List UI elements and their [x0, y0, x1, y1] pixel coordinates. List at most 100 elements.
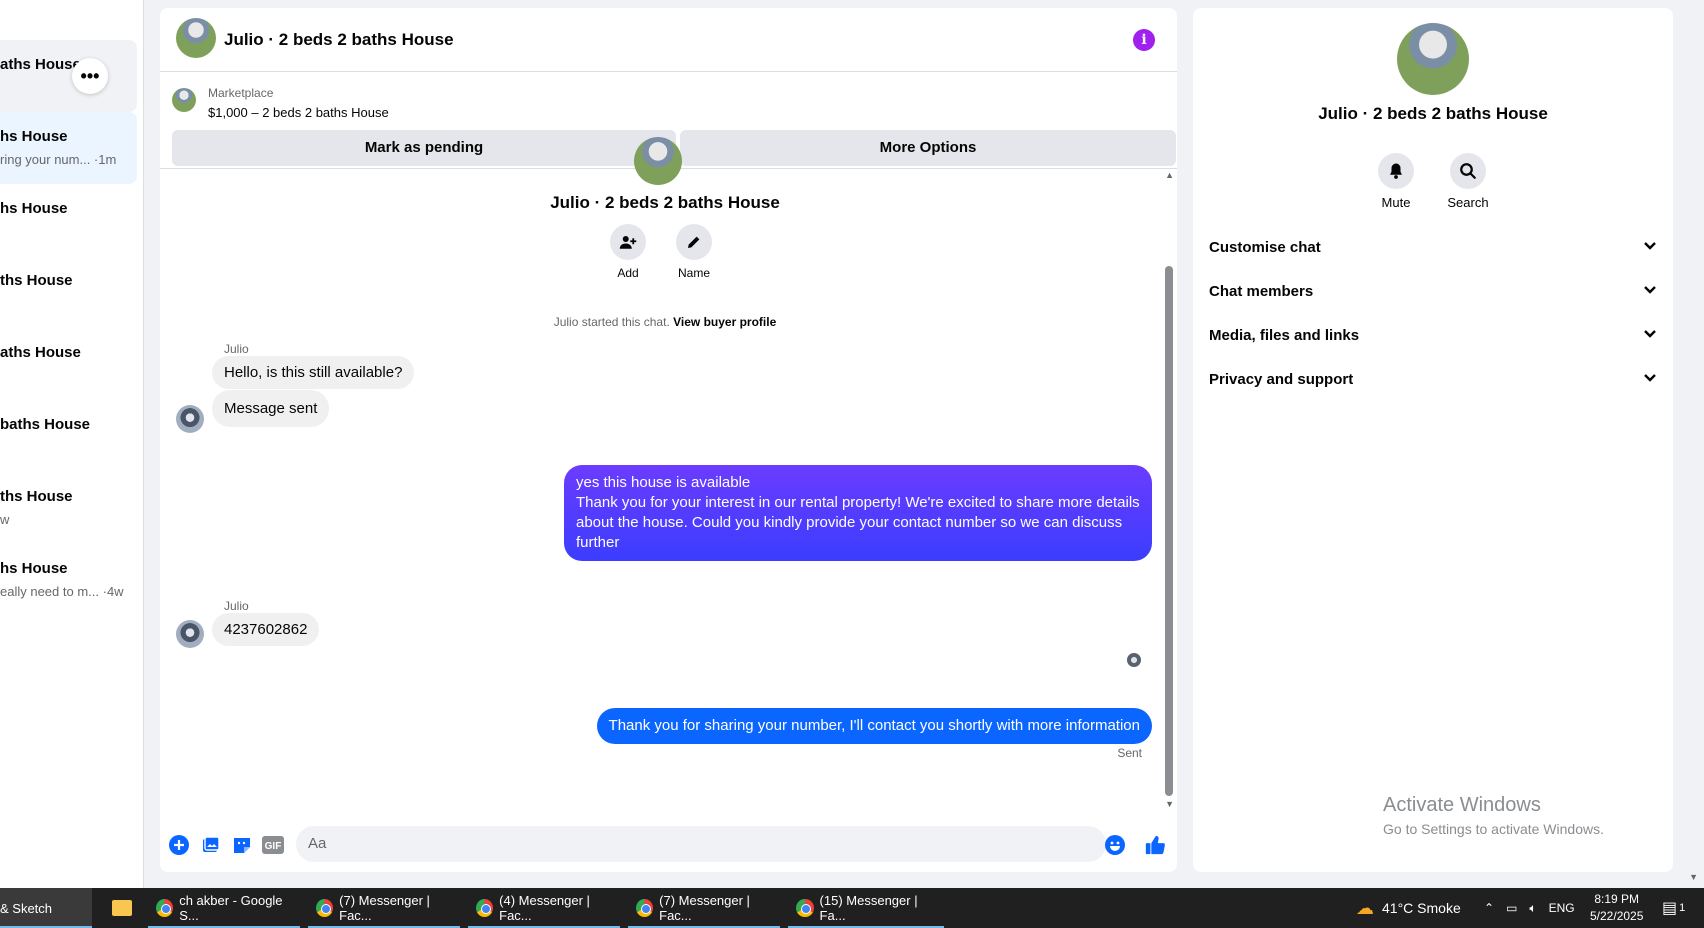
page-scroll-down-icon[interactable]: ▼ — [1689, 872, 1698, 882]
sticker-icon[interactable] — [231, 834, 253, 856]
folder-icon — [112, 900, 132, 916]
taskbar-label: ch akber - Google S... — [179, 893, 283, 923]
conversation-item[interactable]: baths House — [0, 400, 137, 472]
conversation-more-button[interactable]: ••• — [72, 58, 108, 94]
conversation-item[interactable]: aths House — [0, 328, 137, 400]
incoming-message[interactable]: Hello, is this still available? — [212, 356, 415, 389]
conversation-title: hs House — [0, 128, 68, 145]
mute-button[interactable]: Mute — [1366, 153, 1426, 210]
weather-text: 41°C Smoke — [1382, 900, 1461, 916]
language-indicator[interactable]: ENG — [1549, 901, 1575, 915]
listing-thumbnail[interactable] — [172, 88, 196, 112]
notification-button[interactable]: ▤ 1 — [1662, 888, 1685, 928]
watermark-title: Activate Windows — [1383, 794, 1541, 816]
sender-avatar[interactable] — [176, 620, 204, 648]
message-input[interactable]: Aa — [296, 826, 1106, 862]
info-icon[interactable]: i — [1133, 29, 1155, 51]
message-composer: GIF Aa — [160, 822, 1177, 872]
section-label: Privacy and support — [1209, 371, 1354, 388]
conversation-avatar — [634, 137, 682, 185]
taskbar-chrome-window[interactable]: (15) Messenger | Fa... — [788, 888, 944, 928]
windows-taskbar: & Sketch ch akber - Google S... (7) Mess… — [0, 888, 1704, 928]
scroll-up-arrow-icon[interactable]: ▲ — [1165, 170, 1174, 180]
taskbar-chrome-window[interactable]: (4) Messenger | Fac... — [468, 888, 620, 928]
outgoing-message[interactable]: Thank you for sharing your number, I'll … — [596, 708, 1152, 744]
conversation-title: hs House — [0, 560, 68, 577]
chat-start-notice: Julio started this chat. View buyer prof… — [160, 315, 1170, 329]
sender-avatar[interactable] — [176, 405, 204, 433]
conversation-item[interactable]: hs House — [0, 184, 137, 256]
emoji-icon[interactable] — [1104, 834, 1126, 856]
taskbar-app-snip-sketch[interactable]: & Sketch — [0, 888, 92, 928]
section-label: Media, files and links — [1209, 327, 1360, 344]
weather-icon: ☁ — [1356, 897, 1374, 918]
chrome-icon — [636, 899, 654, 917]
add-person-icon — [610, 224, 646, 260]
incoming-message[interactable]: 4237602862 — [212, 613, 320, 646]
conversation-item[interactable]: ths House — [0, 256, 137, 328]
bell-icon — [1378, 153, 1414, 189]
taskbar-file-explorer[interactable] — [104, 888, 132, 928]
outgoing-message[interactable]: yes this house is available Thank you fo… — [564, 465, 1152, 561]
conversation-title: ths House — [0, 488, 73, 505]
chevron-down-icon — [1643, 283, 1657, 302]
conversation-item[interactable]: hs House eally need to m... ·4w — [0, 544, 137, 616]
conversation-item[interactable]: aths House — [0, 40, 137, 112]
marketplace-label: Marketplace — [208, 86, 274, 100]
pencil-icon — [676, 224, 712, 260]
listing-price[interactable]: $1,000 – 2 beds 2 baths House — [208, 105, 389, 120]
conversation-item[interactable]: ths House w — [0, 472, 137, 544]
gif-icon[interactable]: GIF — [262, 834, 284, 856]
scroll-down-arrow-icon[interactable]: ▼ — [1165, 799, 1174, 809]
chrome-icon — [156, 899, 174, 917]
gif-label: GIF — [265, 841, 282, 852]
section-label: Chat members — [1209, 283, 1314, 300]
more-options-button[interactable]: More Options — [680, 130, 1176, 166]
conversation-item[interactable]: hs House ring your num... ·1m — [0, 112, 137, 184]
chat-title[interactable]: Julio · 2 beds 2 baths House — [224, 30, 454, 50]
system-tray: ⌃ ▭ 🔈︎ ENG — [1484, 888, 1575, 928]
chevron-down-icon — [1643, 371, 1657, 390]
search-icon — [1450, 153, 1486, 189]
section-chat-members[interactable]: Chat members — [1209, 271, 1657, 315]
message-list[interactable]: Julio · 2 beds 2 baths House Add Name Ju… — [160, 137, 1177, 815]
conversation-title: ths House — [0, 272, 73, 289]
chat-avatar[interactable] — [176, 18, 216, 58]
section-media-files-links[interactable]: Media, files and links — [1209, 315, 1657, 359]
search-button[interactable]: Search — [1438, 153, 1498, 210]
conversation-title: hs House — [0, 200, 68, 217]
sender-name: Julio — [224, 599, 249, 613]
volume-icon[interactable]: 🔈︎ — [1529, 901, 1536, 916]
chevron-up-icon[interactable]: ⌃ — [1484, 901, 1494, 915]
chevron-down-icon — [1643, 239, 1657, 258]
network-icon[interactable]: ▭ — [1506, 901, 1517, 915]
thumbs-up-icon[interactable] — [1144, 834, 1166, 856]
weather-widget[interactable]: ☁ 41°C Smoke — [1356, 888, 1461, 928]
taskbar-label: (15) Messenger | Fa... — [819, 893, 918, 923]
edit-name-button[interactable]: Name — [664, 224, 724, 280]
section-privacy-support[interactable]: Privacy and support — [1209, 359, 1657, 403]
conversation-snippet: ring your num... ·1m — [0, 152, 117, 167]
clock[interactable]: 8:19 PM 5/22/2025 — [1590, 888, 1643, 928]
search-label: Search — [1447, 195, 1489, 210]
delivery-status: Sent — [1117, 746, 1142, 760]
info-panel-title: Julio · 2 beds 2 baths House — [1318, 104, 1548, 123]
photo-icon[interactable] — [200, 834, 222, 856]
incoming-message[interactable]: Message sent — [212, 390, 330, 427]
section-customise-chat[interactable]: Customise chat — [1209, 227, 1657, 271]
taskbar-chrome-window[interactable]: ch akber - Google S... — [148, 888, 300, 928]
scrollbar-thumb[interactable] — [1165, 266, 1173, 796]
plus-circle-icon[interactable] — [168, 834, 190, 856]
listing-avatar[interactable] — [1397, 23, 1469, 95]
conversation-info-panel: Julio · 2 beds 2 baths House Mute Search… — [1193, 8, 1673, 872]
name-label: Name — [677, 266, 710, 280]
add-people-button[interactable]: Add — [598, 224, 658, 280]
taskbar-chrome-window[interactable]: (7) Messenger | Fac... — [308, 888, 460, 928]
message-input-placeholder: Aa — [308, 835, 327, 852]
view-buyer-profile-link[interactable]: View buyer profile — [673, 315, 776, 329]
taskbar-chrome-window[interactable]: (7) Messenger | Fac... — [628, 888, 780, 928]
mark-as-pending-button[interactable]: Mark as pending — [172, 130, 676, 166]
chat-panel: Julio · 2 beds 2 baths House i Marketpla… — [160, 8, 1177, 872]
taskbar-label: (4) Messenger | Fac... — [499, 893, 590, 923]
mute-label: Mute — [1381, 195, 1411, 210]
